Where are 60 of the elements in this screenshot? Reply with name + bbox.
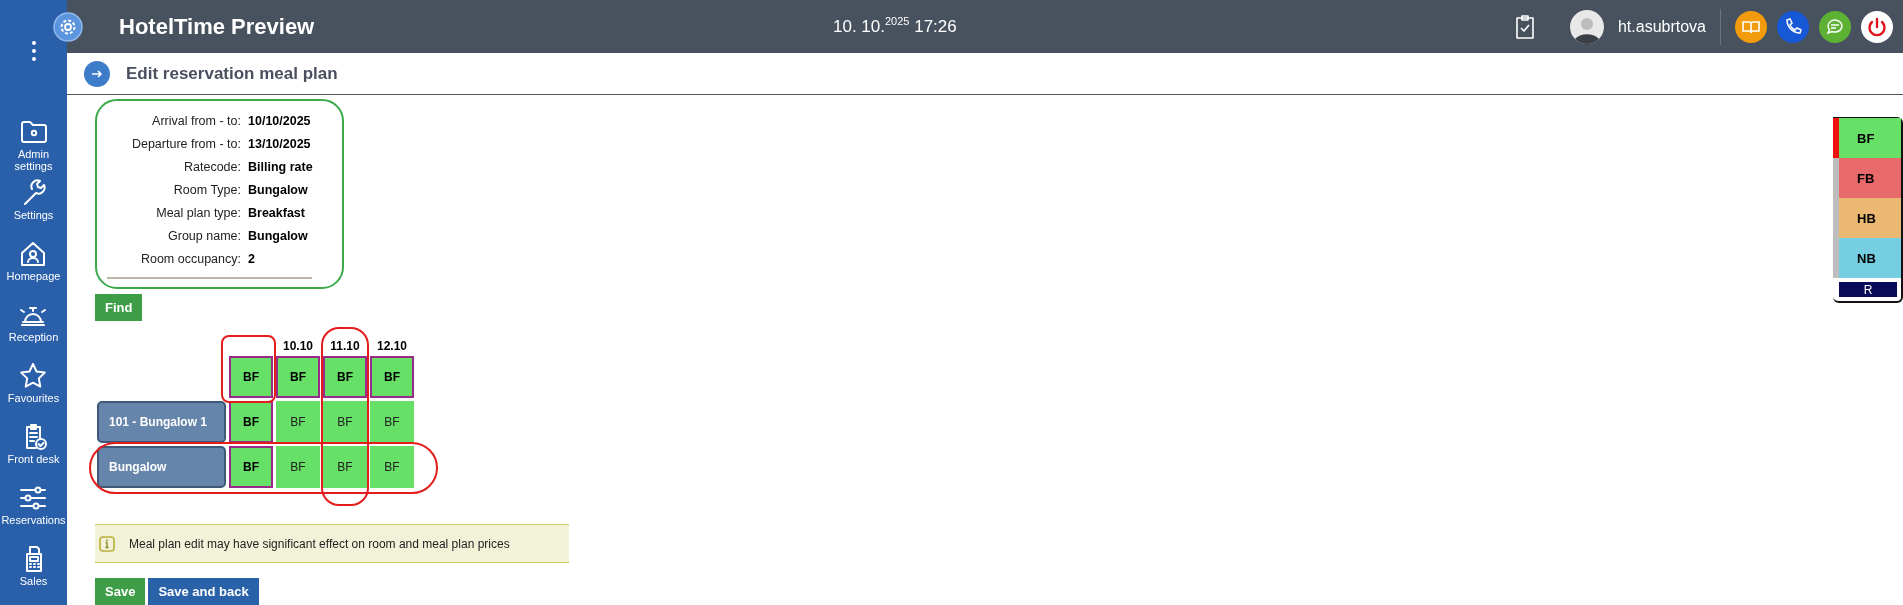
meal-plan-cell[interactable]: BF — [370, 401, 414, 443]
meal-plan-option[interactable]: FB — [1833, 158, 1901, 198]
book-icon[interactable] — [1735, 10, 1767, 43]
warning-text: Meal plan edit may have significant effect on room and meal plan prices — [129, 537, 510, 551]
sidebar-item[interactable]: Settings — [13, 178, 54, 240]
chat-icon[interactable] — [1819, 10, 1851, 43]
sidebar-item[interactable]: Admin settings — [0, 117, 67, 179]
meal-plan-cell[interactable]: BF — [370, 356, 414, 398]
r-button[interactable]: R — [1839, 282, 1897, 297]
field-value: 2 — [248, 252, 256, 267]
meal-plan-cell[interactable]: BF — [323, 356, 367, 398]
page-title: Edit reservation meal plan — [126, 63, 338, 84]
field-value: 10/10/2025 — [248, 114, 312, 129]
field-label: Arrival from - to: — [151, 114, 241, 129]
room-label[interactable]: Bungalow — [97, 446, 226, 488]
field-label: Meal plan type: — [155, 206, 241, 221]
sidebar-item[interactable]: Reservations — [1, 483, 66, 545]
meal-plan-cell[interactable]: BF — [276, 401, 320, 443]
meal-plan-cell[interactable]: BF — [229, 401, 273, 443]
meal-plan-option[interactable]: HB — [1833, 198, 1901, 238]
field-value: 13/10/2025 — [248, 137, 312, 152]
avatar-icon[interactable] — [1569, 9, 1604, 44]
app-title: HotelTime Preview — [119, 13, 315, 40]
sidebar-item[interactable]: Front desk — [7, 422, 60, 484]
field-value: Bungalow — [248, 229, 309, 244]
field-label: Room Type: — [172, 183, 241, 198]
sidebar-item[interactable]: Sales — [18, 544, 49, 605]
field-label: Group name: — [167, 229, 241, 244]
phone-icon[interactable] — [1777, 10, 1809, 43]
field-value: Billing rate — [248, 160, 314, 175]
meal-plan-cell[interactable]: BF — [276, 356, 320, 398]
date-label: 11.10 — [329, 339, 361, 353]
user-name[interactable]: ht.asubrtova — [1617, 17, 1706, 36]
room-label[interactable]: 101 - Bungalow 1 — [97, 401, 226, 443]
meal-plan-option[interactable]: BF — [1833, 118, 1901, 158]
menu-icon[interactable] — [30, 40, 37, 62]
field-label: Room occupancy: — [139, 252, 241, 267]
field-label: Departure from - to: — [130, 137, 241, 152]
meal-plan-cell[interactable]: BF — [323, 401, 367, 443]
power-icon[interactable] — [1861, 10, 1893, 43]
field-value: Breakfast — [248, 206, 306, 221]
gear-logo-icon[interactable] — [53, 11, 83, 42]
field-value: Bungalow — [248, 183, 309, 198]
field-label: Ratecode: — [183, 160, 241, 175]
sidebar-item[interactable]: Reception — [8, 300, 59, 362]
sidebar-item[interactable]: Favourites — [7, 361, 60, 423]
meal-plan-option[interactable]: NB — [1833, 238, 1901, 278]
save-and-back-button[interactable]: Save and back — [148, 578, 259, 605]
meal-plan-cell[interactable]: BF — [229, 446, 273, 488]
meal-plan-cell[interactable]: BF — [229, 356, 273, 398]
meal-plan-cell[interactable]: BF — [276, 446, 320, 488]
meal-plan-cell[interactable]: BF — [323, 446, 367, 488]
date-time: 10. 10.$^{2025}$ 17:26 — [833, 15, 957, 37]
info-icon — [99, 536, 115, 552]
clipboard-check-icon[interactable] — [1513, 13, 1536, 40]
arrow-right-icon[interactable] — [84, 60, 110, 87]
date-label: 12.10 — [376, 339, 408, 353]
date-label: 10.10 — [282, 339, 314, 353]
sidebar-item[interactable]: Homepage — [6, 239, 61, 301]
meal-plan-cell[interactable]: BF — [370, 446, 414, 488]
